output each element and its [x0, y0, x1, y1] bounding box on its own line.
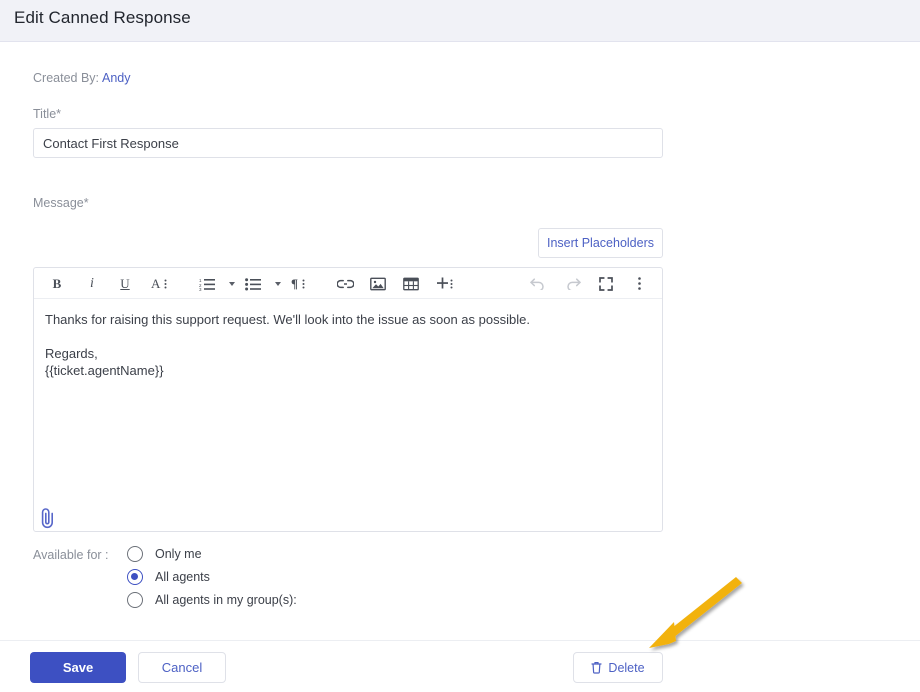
unordered-list-dropdown-icon[interactable] [272, 272, 284, 295]
radio-indicator-selected[interactable] [127, 568, 143, 585]
editor-body-line-2: Regards, [45, 346, 98, 361]
trash-icon [591, 661, 603, 674]
svg-text:¶: ¶ [291, 276, 298, 291]
line-height-icon[interactable]: ¶ [288, 272, 312, 295]
available-for-label: Available for : [33, 548, 109, 562]
svg-text:A: A [151, 276, 161, 291]
created-by: Created By: Andy [33, 71, 131, 85]
underline-icon[interactable]: U [115, 272, 135, 295]
editor-body-line-1: Thanks for raising this support request.… [45, 312, 530, 327]
radio-label: All agents in my group(s): [155, 592, 297, 607]
bold-icon[interactable]: B [47, 272, 67, 295]
delete-button-label: Delete [608, 660, 645, 675]
unordered-list-icon[interactable] [243, 272, 263, 295]
radio-option-all-agents[interactable]: All agents [127, 565, 297, 588]
delete-button[interactable]: Delete [573, 652, 663, 683]
fullscreen-icon[interactable] [595, 272, 617, 295]
font-size-icon[interactable]: A [148, 272, 174, 295]
modal-body: Created By:Andy Title* Message* Insert P… [0, 42, 920, 640]
insert-more-icon[interactable] [434, 272, 458, 295]
editor-content[interactable]: Thanks for raising this support request.… [34, 299, 662, 532]
more-options-icon[interactable] [629, 272, 649, 295]
redo-icon[interactable] [562, 272, 584, 295]
ordered-list-dropdown-icon[interactable] [226, 272, 238, 295]
radio-option-only-me[interactable]: Only me [127, 542, 297, 565]
title-label: Title* [33, 107, 62, 121]
available-for-radio-group: Only me All agents All agents in my grou… [127, 542, 297, 611]
paperclip-icon[interactable] [37, 506, 59, 530]
modal-footer: Save Cancel Delete [0, 640, 920, 692]
radio-label: Only me [155, 546, 202, 561]
svg-text:3: 3 [199, 287, 202, 291]
radio-label: All agents [155, 569, 210, 584]
created-by-label: Created By: [33, 71, 100, 85]
radio-option-all-agents-in-my-groups[interactable]: All agents in my group(s): [127, 588, 297, 611]
page-title: Edit Canned Response [14, 8, 191, 27]
link-icon[interactable] [334, 272, 356, 295]
italic-icon[interactable]: i [82, 272, 102, 295]
radio-indicator[interactable] [127, 545, 143, 562]
save-button[interactable]: Save [30, 652, 126, 683]
cancel-button[interactable]: Cancel [138, 652, 226, 683]
message-label: Message* [33, 196, 89, 210]
editor-body-line-3: {{ticket.agentName}} [45, 363, 164, 378]
radio-indicator[interactable] [127, 591, 143, 608]
editor-blank-line [45, 328, 651, 345]
created-by-user-link[interactable]: Andy [102, 71, 131, 85]
message-editor: B i U A 1 2 3 ¶ Thanks for raising this … [33, 267, 663, 532]
modal-header: Edit Canned Response [0, 0, 920, 42]
title-input[interactable] [33, 128, 663, 158]
table-icon[interactable] [400, 272, 422, 295]
insert-placeholders-button[interactable]: Insert Placeholders [538, 228, 663, 258]
image-icon[interactable] [367, 272, 389, 295]
ordered-list-icon[interactable]: 1 2 3 [197, 272, 217, 295]
undo-icon[interactable] [526, 272, 548, 295]
edit-canned-response-modal: Edit Canned Response Created By: Andy Tit… [0, 0, 920, 692]
editor-toolbar: B i U A 1 2 3 ¶ [34, 268, 662, 299]
